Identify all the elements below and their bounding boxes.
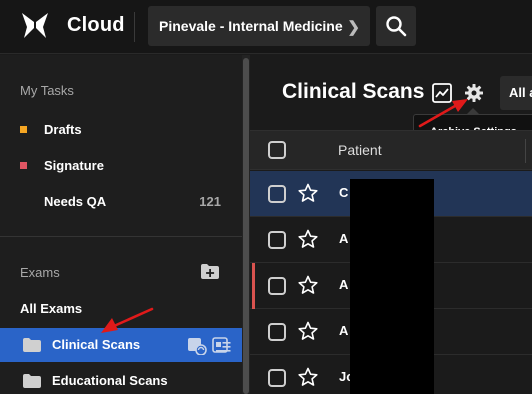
search-icon xyxy=(386,16,407,37)
sidebar-folder-clinical-scans[interactable]: Clinical Scans xyxy=(0,328,242,362)
sidebar-scrollbar-thumb[interactable] xyxy=(243,58,249,394)
sidebar-item-label: Drafts xyxy=(44,122,82,137)
chevron-right-icon: ❯ xyxy=(347,19,360,36)
star-icon[interactable] xyxy=(298,183,318,203)
search-button[interactable] xyxy=(376,6,416,46)
row-checkbox[interactable] xyxy=(268,185,286,203)
organization-switcher[interactable]: Pinevale - Internal Medicine ❯ xyxy=(148,6,370,46)
needs-qa-count: 121 xyxy=(199,194,221,209)
row-checkbox[interactable] xyxy=(268,277,286,295)
star-icon[interactable] xyxy=(298,321,318,341)
star-icon[interactable] xyxy=(298,229,318,249)
row-checkbox[interactable] xyxy=(268,323,286,341)
sidebar-item-all-exams[interactable]: All Exams xyxy=(20,301,82,316)
gear-icon[interactable] xyxy=(464,83,484,103)
top-bar: Cloud Pinevale - Internal Medicine ❯ xyxy=(0,0,532,54)
column-resize-handle[interactable] xyxy=(525,139,526,163)
sidebar-item-signature[interactable]: Signature xyxy=(20,156,225,178)
row-checkbox[interactable] xyxy=(268,231,286,249)
star-icon[interactable] xyxy=(298,275,318,295)
cloud-sync-icon[interactable] xyxy=(187,337,207,355)
my-tasks-heading: My Tasks xyxy=(20,83,74,98)
folder-details-icon[interactable] xyxy=(212,337,232,355)
sidebar-folder-educational-scans[interactable]: Educational Scans xyxy=(0,364,242,394)
table-header: Patient xyxy=(250,130,532,170)
butterfly-logo-icon[interactable] xyxy=(20,11,50,41)
signature-status-dot xyxy=(20,162,27,169)
organization-name: Pinevale - Internal Medicine xyxy=(159,18,343,34)
folder-label: Educational Scans xyxy=(52,373,168,388)
sidebar-item-drafts[interactable]: Drafts xyxy=(20,120,225,142)
patient-name: A xyxy=(339,323,349,338)
chart-icon[interactable] xyxy=(432,83,452,103)
row-checkbox[interactable] xyxy=(268,369,286,387)
patient-name: A xyxy=(339,277,349,292)
sidebar-item-label: Signature xyxy=(44,158,104,173)
folder-label: Clinical Scans xyxy=(52,337,141,352)
drafts-status-dot xyxy=(20,126,27,133)
redaction-box xyxy=(350,179,434,394)
star-icon[interactable] xyxy=(298,367,318,387)
column-header-patient[interactable]: Patient xyxy=(338,142,382,158)
sidebar-item-needs-qa[interactable]: Needs QA 121 xyxy=(20,192,225,214)
folder-icon xyxy=(23,338,41,352)
divider xyxy=(134,12,135,42)
page-title: Clinical Scans xyxy=(282,80,425,103)
patient-name: A xyxy=(339,231,349,246)
folder-icon xyxy=(23,374,41,388)
exams-heading: Exams xyxy=(20,265,60,280)
exam-filter-dropdown[interactable]: All a xyxy=(500,76,532,110)
select-all-checkbox[interactable] xyxy=(268,141,286,159)
sidebar-divider xyxy=(0,236,242,237)
sidebar-item-label: Needs QA xyxy=(44,194,107,209)
row-flag-indicator xyxy=(252,263,255,309)
patient-name: C xyxy=(339,185,349,200)
brand-name[interactable]: Cloud xyxy=(67,14,125,37)
add-folder-icon[interactable] xyxy=(201,264,219,279)
